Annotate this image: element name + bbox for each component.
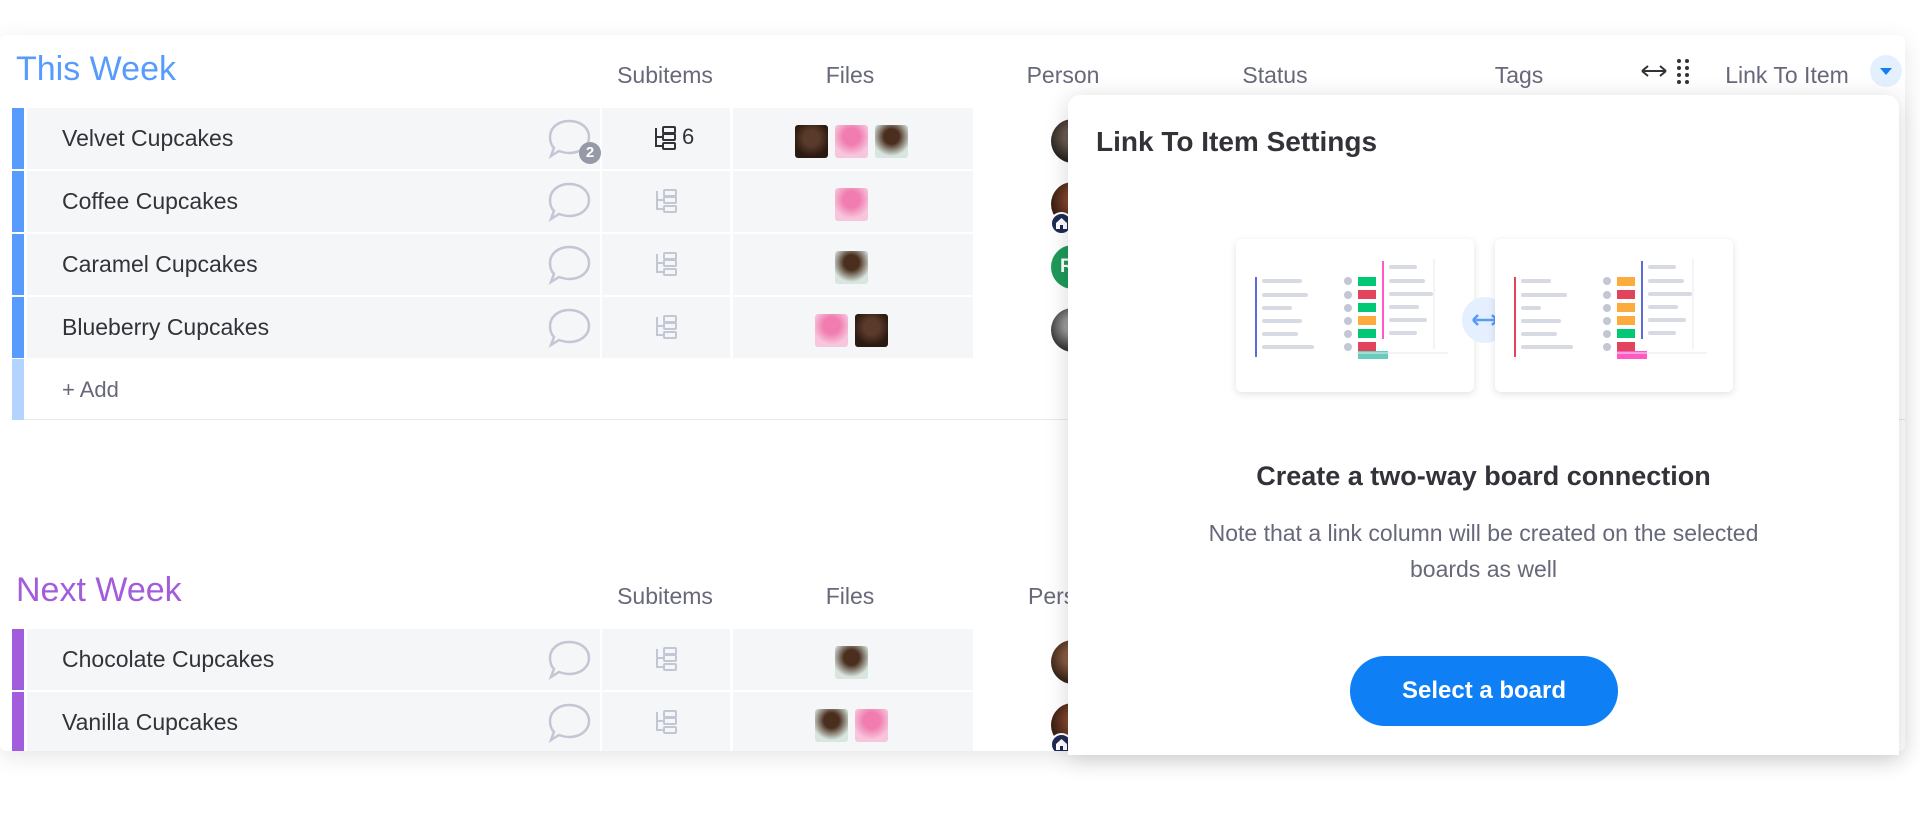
column-header-files[interactable]: Files	[785, 64, 915, 87]
subitems-icon	[653, 646, 679, 672]
subitems-icon	[653, 188, 679, 214]
column-header-subitems[interactable]: Subitems	[600, 585, 730, 608]
file-thumbnail[interactable]	[875, 125, 908, 158]
file-thumbnail[interactable]	[835, 646, 868, 679]
subitems-cell[interactable]	[602, 234, 730, 295]
group-title-this-week[interactable]: This Week	[16, 52, 176, 86]
drag-handle-icon[interactable]	[1676, 57, 1690, 85]
updates-bubble-icon[interactable]	[547, 702, 592, 744]
panel-title: Link To Item Settings	[1096, 126, 1378, 157]
column-header-subitems[interactable]: Subitems	[600, 64, 730, 87]
files-cell[interactable]	[733, 108, 973, 169]
item-name-cell[interactable]: Caramel Cupcakes	[27, 234, 600, 295]
file-thumbnail[interactable]	[835, 251, 868, 284]
item-name[interactable]: Vanilla Cupcakes	[62, 711, 238, 734]
add-item-button[interactable]: + Add	[62, 379, 119, 401]
item-name-cell[interactable]: Velvet Cupcakes 2	[27, 108, 601, 169]
row-color-bar	[12, 297, 24, 358]
item-name[interactable]: Chocolate Cupcakes	[62, 648, 274, 671]
resize-horizontal-icon[interactable]	[1640, 61, 1668, 81]
file-thumbnail[interactable]	[815, 709, 848, 742]
column-header-status[interactable]: Status	[1210, 64, 1340, 87]
item-name-cell[interactable]: Blueberry Cupcakes	[27, 297, 600, 358]
file-thumbnail[interactable]	[815, 314, 848, 347]
subitems-cell[interactable]	[602, 692, 730, 751]
subitems-cell[interactable]	[602, 629, 730, 690]
row-color-bar	[12, 629, 24, 690]
item-name[interactable]: Blueberry Cupcakes	[62, 316, 269, 339]
item-name-cell[interactable]: Vanilla Cupcakes	[27, 692, 600, 751]
subitems-icon	[653, 314, 679, 340]
item-name-cell[interactable]: Coffee Cupcakes	[27, 171, 600, 232]
board-illustration-left	[1236, 239, 1474, 392]
column-header-person[interactable]: Person	[998, 64, 1128, 87]
column-header-tags[interactable]: Tags	[1454, 64, 1584, 87]
subitems-icon	[652, 125, 678, 151]
file-thumbnail[interactable]	[835, 125, 868, 158]
panel-heading: Create a two-way board connection	[1256, 461, 1711, 491]
updates-bubble-icon[interactable]	[547, 244, 592, 286]
file-thumbnail[interactable]	[855, 314, 888, 347]
updates-bubble-icon[interactable]: 2	[547, 118, 601, 164]
files-cell[interactable]	[733, 234, 973, 295]
file-thumbnail[interactable]	[795, 125, 828, 158]
select-board-button[interactable]: Select a board	[1350, 656, 1618, 726]
row-color-bar	[12, 171, 24, 232]
item-name-cell[interactable]: Chocolate Cupcakes	[27, 629, 600, 690]
row-color-bar	[12, 692, 24, 751]
board-screen: This Week Subitems Files Person Status T…	[0, 0, 1920, 819]
board-illustration-right	[1495, 239, 1733, 392]
subitems-count: 6	[682, 124, 695, 149]
file-thumbnail[interactable]	[855, 709, 888, 742]
updates-count-badge: 2	[579, 142, 601, 164]
group-title-next-week[interactable]: Next Week	[16, 573, 182, 607]
subitems-cell[interactable]	[602, 297, 730, 358]
updates-bubble-icon[interactable]	[547, 181, 592, 223]
file-thumbnail[interactable]	[835, 188, 868, 221]
subitems-icon	[653, 709, 679, 735]
item-name[interactable]: Caramel Cupcakes	[62, 253, 258, 276]
subitems-icon	[653, 251, 679, 277]
row-color-bar	[12, 234, 24, 295]
item-name[interactable]: Coffee Cupcakes	[62, 190, 238, 213]
files-cell[interactable]	[733, 629, 973, 690]
files-cell[interactable]	[733, 692, 973, 751]
subitems-cell[interactable]	[602, 171, 730, 232]
item-name[interactable]: Velvet Cupcakes	[62, 127, 233, 150]
files-cell[interactable]	[733, 297, 973, 358]
updates-bubble-icon[interactable]	[547, 639, 592, 681]
column-header-link-to-item[interactable]: Link To Item	[1712, 64, 1862, 87]
column-header-files[interactable]: Files	[785, 585, 915, 608]
row-color-bar	[12, 359, 24, 420]
link-to-item-settings-panel: Link To Item Settings Create a two-way b…	[1068, 95, 1899, 755]
files-cell[interactable]	[733, 171, 973, 232]
chevron-down-icon[interactable]	[1870, 55, 1902, 87]
row-color-bar	[12, 108, 24, 169]
updates-bubble-icon[interactable]	[547, 307, 592, 349]
panel-note: Note that a link column will be created …	[1208, 520, 1759, 582]
subitems-cell[interactable]: 6	[602, 108, 730, 169]
